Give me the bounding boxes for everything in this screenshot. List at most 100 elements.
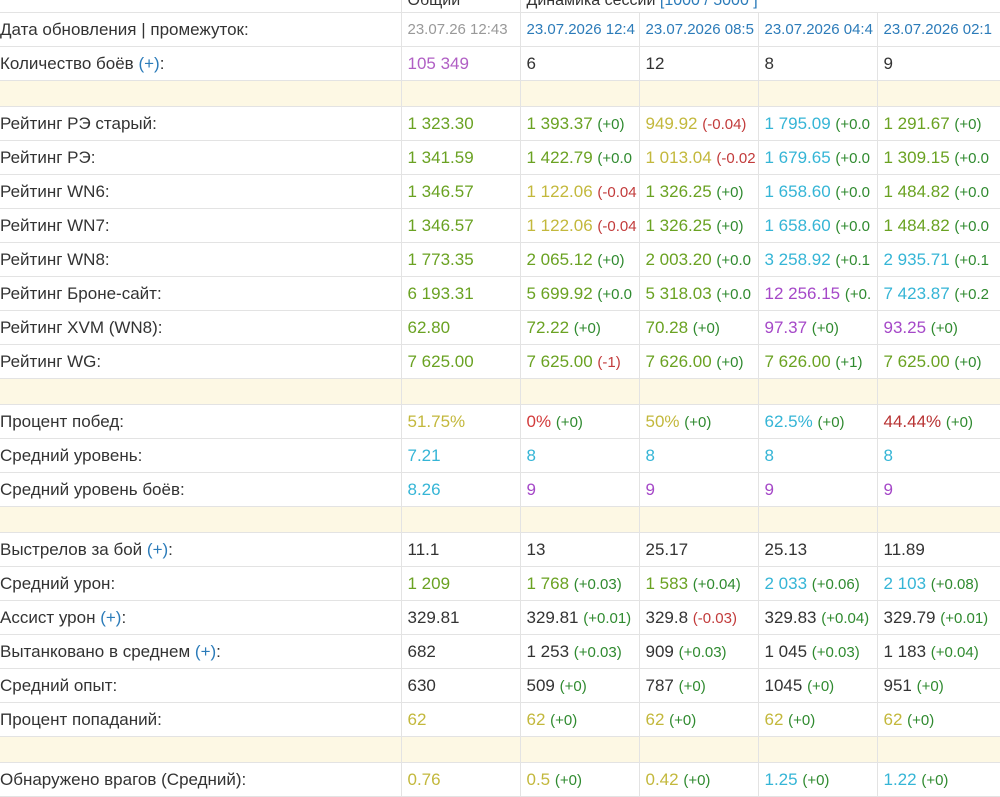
table-row-tanked: Вытанковано в среднем (+): 682 1 253 (+0…	[0, 634, 1000, 669]
cell: 7 626.00 (+1)	[757, 344, 877, 379]
cell-value: 7 626.00	[764, 351, 831, 371]
cell: 1 291.67 (+0)	[876, 106, 1000, 141]
cell: 1045 (+0)	[757, 668, 877, 703]
cell-value: 23.07.2026 04:4	[757, 12, 877, 47]
cell-delta: (+0)	[597, 115, 625, 133]
label-text: Ассист урон	[0, 607, 96, 627]
cell-value: 62	[645, 709, 665, 729]
table-row-date: Дата обновления | промежуток: 23.07.26 1…	[0, 12, 1000, 47]
cell-delta: (+0.03)	[573, 575, 622, 593]
cell: 70.28 (+0)	[638, 310, 758, 345]
expand-link[interactable]: (+)	[138, 54, 159, 73]
cell: 0.5 (+0)	[519, 762, 639, 797]
table-row-battles: Количество боёв (+): 105 349 6 12 8 9	[0, 46, 1000, 81]
cell-delta: (+0.0	[835, 183, 871, 201]
table-row-hits: Процент попаданий: 62 62 (+0) 62 (+0) 62…	[0, 702, 1000, 737]
cell-delta: (+0.04)	[821, 609, 870, 627]
cell-value: 329.79	[883, 607, 936, 627]
cell-delta: (+0.03)	[573, 643, 622, 661]
cell-value: 93.25	[883, 317, 927, 337]
cell-value: 3 258.92	[764, 249, 831, 269]
cell-delta: (+0)	[678, 677, 706, 695]
cell-value: 6	[519, 46, 639, 81]
row-label: Средний уровень боёв:	[0, 472, 401, 507]
dynamics-title: Динамика сессий	[526, 0, 656, 9]
cell-value: 7 423.87	[883, 283, 950, 303]
cell-value: 8	[876, 438, 1000, 473]
cell-value: 9	[757, 472, 877, 507]
cell-delta: (+0)	[684, 413, 712, 431]
cell-value: 1 291.67	[883, 113, 950, 133]
cell-value: 2 065.12	[526, 249, 593, 269]
cell: 1.22 (+0)	[876, 762, 1000, 797]
cell-value: 1 209	[400, 566, 520, 601]
cell-delta: (+0.0	[835, 115, 871, 133]
col-header-dynamics: Динамика сессий [1000 / 5000 ]	[519, 0, 1000, 13]
cell-value: 630	[400, 668, 520, 703]
cell: 1 658.60 (+0.0	[757, 174, 877, 209]
cell-delta: (+0.0	[954, 149, 990, 167]
cell: 1 795.09 (+0.0	[757, 106, 877, 141]
expand-link[interactable]: (+)	[100, 608, 121, 627]
cell-delta: (+0)	[907, 711, 935, 729]
cell-value: 8.26	[400, 472, 520, 507]
cell: 1 326.25 (+0)	[638, 174, 758, 209]
cell: 909 (+0.03)	[638, 634, 758, 669]
cell-value: 0.76	[400, 762, 520, 797]
cell-delta: (-0.04)	[702, 115, 747, 133]
cell: 1 484.82 (+0.0	[876, 174, 1000, 209]
cell-value: 62	[883, 709, 903, 729]
table-row-wn7: Рейтинг WN7: 1 346.57 1 122.06 (-0.04 1 …	[0, 208, 1000, 243]
cell-value: 2 003.20	[645, 249, 712, 269]
cell-delta: (-1)	[597, 353, 621, 371]
cell-value: 44.44%	[883, 411, 942, 431]
cell: 5 699.92 (+0.0	[519, 276, 639, 311]
cell-value: 6 193.31	[400, 276, 520, 311]
row-label: Рейтинг Броне-сайт:	[0, 276, 401, 311]
cell-delta: (+0.04)	[930, 643, 979, 661]
cell-value: 329.8	[645, 607, 689, 627]
table-row-xvm: Рейтинг XVM (WN8): 62.80 72.22 (+0) 70.2…	[0, 310, 1000, 345]
cell-delta: (+0)	[916, 677, 944, 695]
cell-value: 12 256.15	[764, 283, 841, 303]
cell: 1 122.06 (-0.04	[519, 174, 639, 209]
cell-value: 1 323.30	[400, 106, 520, 141]
row-label: Процент попаданий:	[0, 702, 401, 737]
cell-value: 7 626.00	[645, 351, 712, 371]
cell-delta: (+0.01)	[583, 609, 632, 627]
table-row-spotted: Обнаружено врагов (Средний): 0.76 0.5 (+…	[0, 762, 1000, 797]
header-row: Общий Динамика сессий [1000 / 5000 ]	[0, 0, 1000, 13]
cell: 1 658.60 (+0.0	[757, 208, 877, 243]
expand-link[interactable]: (+)	[147, 540, 168, 559]
dynamics-range-link[interactable]: [1000 / 5000 ]	[660, 0, 758, 9]
cell-value: 7.21	[400, 438, 520, 473]
cell-delta: (+0.2	[954, 285, 990, 303]
cell: 0% (+0)	[519, 404, 639, 439]
row-label: Рейтинг WG:	[0, 344, 401, 379]
cell-value: 1 658.60	[764, 181, 831, 201]
cell-value: 8	[757, 438, 877, 473]
cell: 329.8 (-0.03)	[638, 600, 758, 635]
cell-value: 787	[645, 675, 674, 695]
row-label: Рейтинг WN8:	[0, 242, 401, 277]
cell-value: 72.22	[526, 317, 570, 337]
cell-delta: (+0)	[559, 677, 587, 695]
cell: 1 768 (+0.03)	[519, 566, 639, 601]
cell: 1 309.15 (+0.0	[876, 140, 1000, 175]
cell-value: 62	[526, 709, 546, 729]
cell-delta: (+0.0	[835, 149, 871, 167]
cell-value: 1 309.15	[883, 147, 950, 167]
cell-value: 329.81	[400, 600, 520, 635]
cell: 62 (+0)	[757, 702, 877, 737]
cell-delta: (-0.04	[597, 217, 637, 235]
separator-row	[0, 378, 1000, 405]
expand-link[interactable]: (+)	[195, 642, 216, 661]
cell-delta: (+0)	[921, 771, 949, 789]
cell-value: 1 253	[526, 641, 570, 661]
cell-value: 1 679.65	[764, 147, 831, 167]
cell-value: 509	[526, 675, 555, 695]
cell-value: 1 422.79	[526, 147, 593, 167]
separator-row	[0, 80, 1000, 107]
row-label: Вытанковано в среднем (+):	[0, 634, 401, 669]
cell: 329.79 (+0.01)	[876, 600, 1000, 635]
